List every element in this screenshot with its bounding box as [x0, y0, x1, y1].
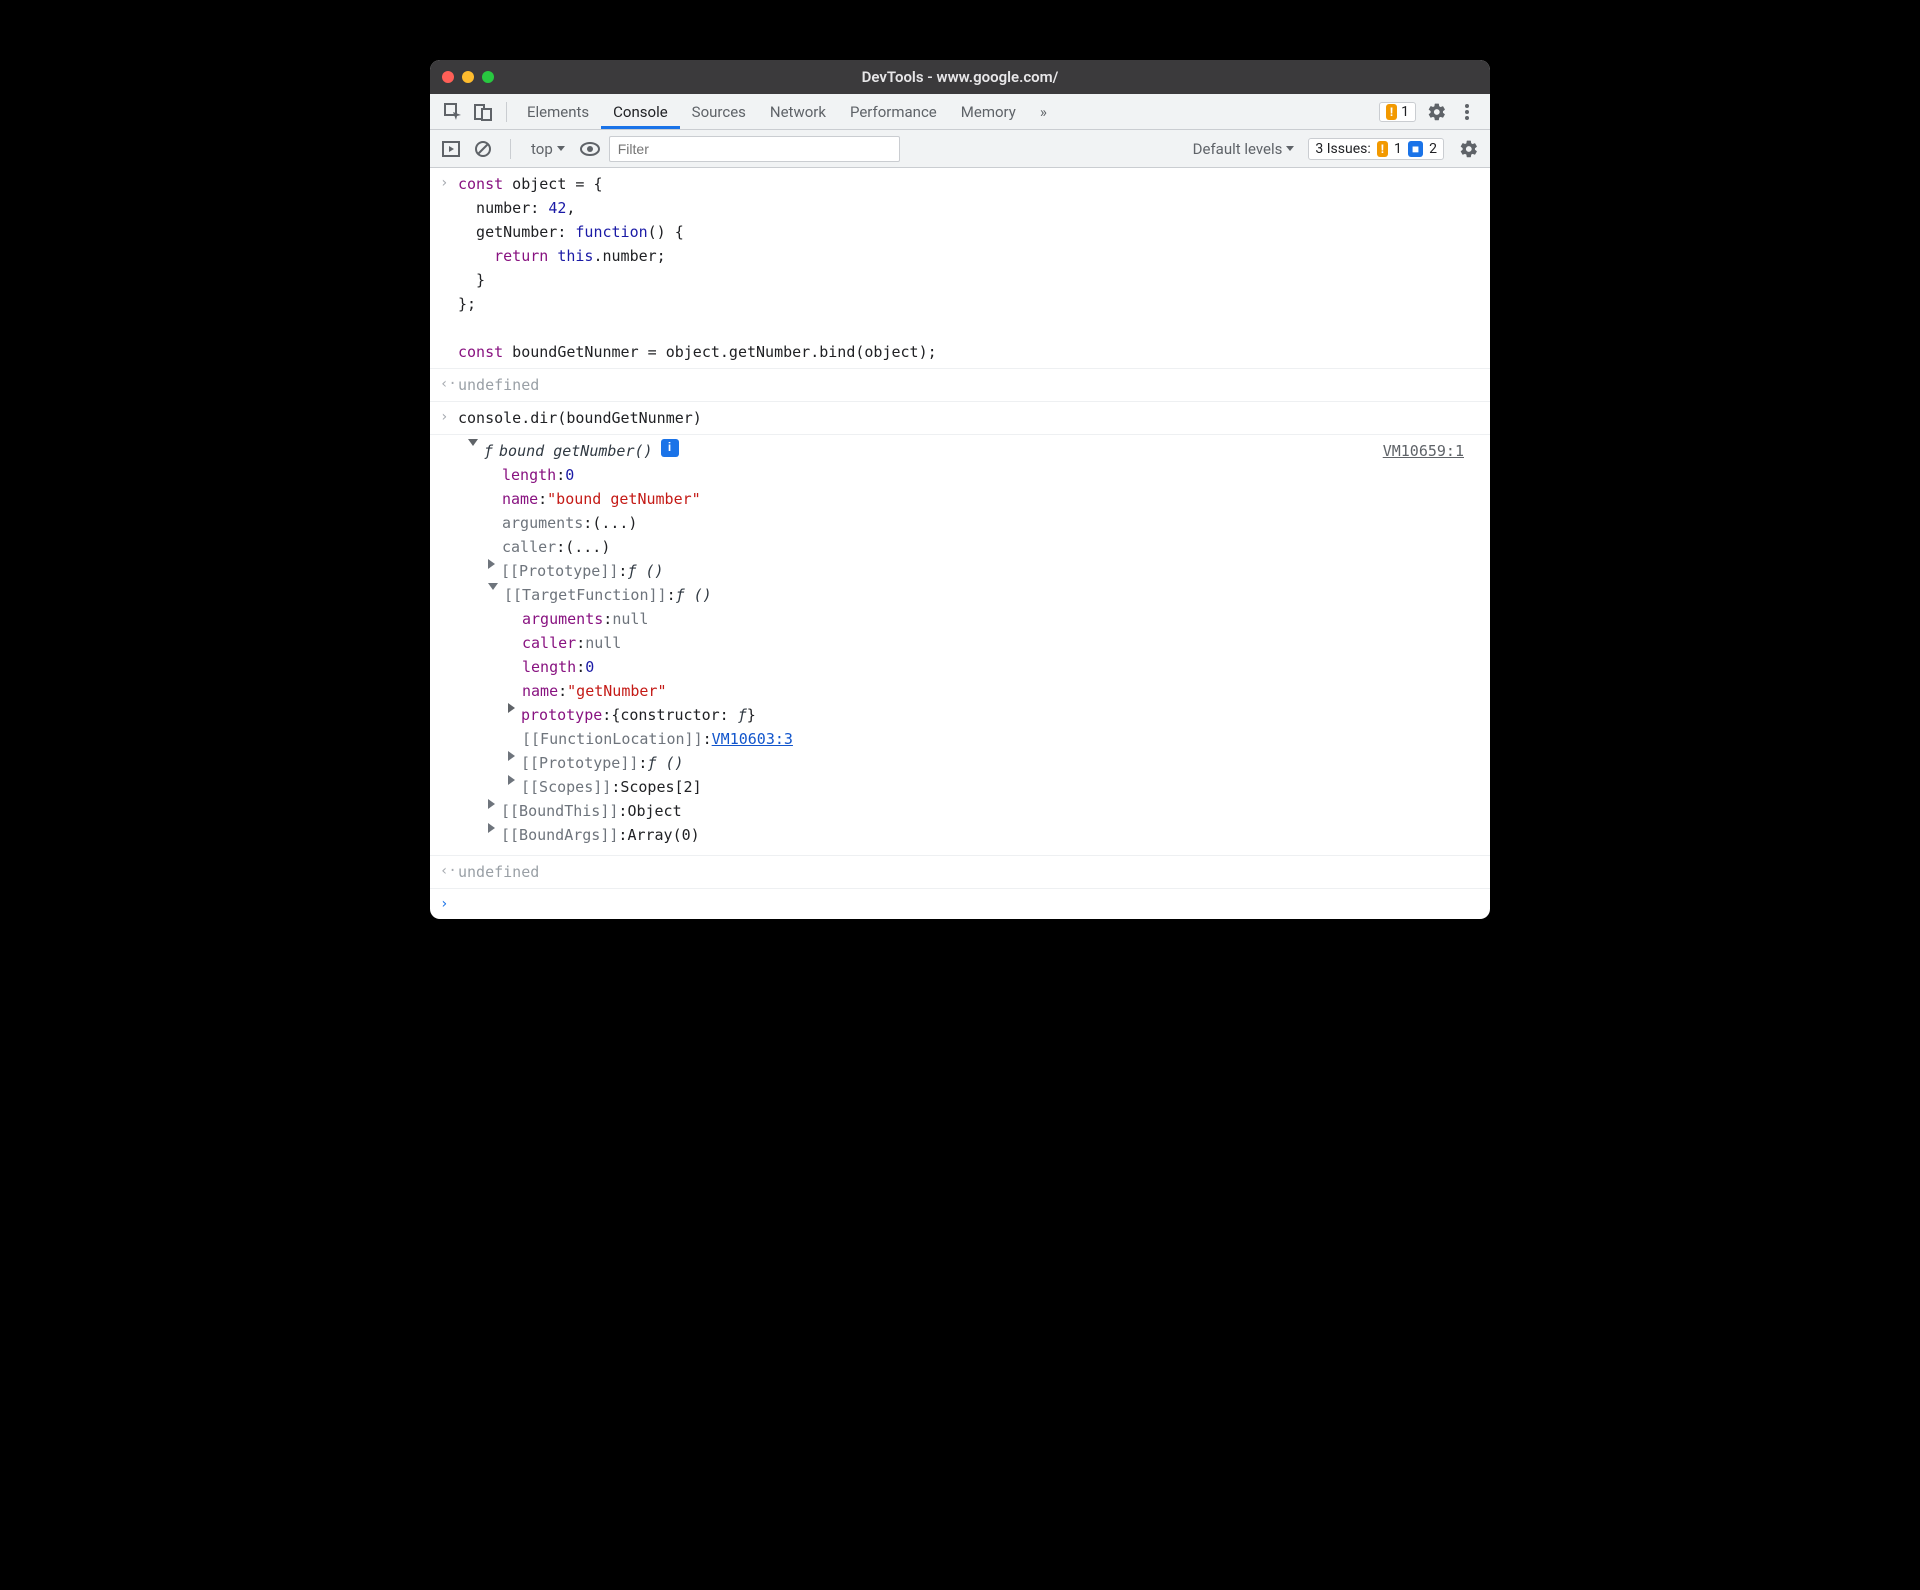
- dir-prop-expandable[interactable]: [[Scopes]]: Scopes[2]: [440, 775, 1480, 799]
- log-levels-selector[interactable]: Default levels: [1185, 140, 1303, 158]
- warning-icon: !: [1386, 104, 1397, 120]
- disclosure-triangle-icon[interactable]: [508, 751, 515, 761]
- live-expression-icon[interactable]: [577, 136, 603, 162]
- info-icon[interactable]: i: [661, 439, 679, 457]
- tabbar: Elements Console Sources Network Perform…: [430, 94, 1490, 130]
- dir-prop[interactable]: arguments: null: [440, 607, 1480, 631]
- console-result-row: ‹· undefined: [430, 856, 1490, 889]
- device-toolbar-icon[interactable]: [472, 101, 494, 123]
- warnings-indicator[interactable]: ! 1: [1379, 102, 1416, 122]
- issues-label: 3 Issues:: [1315, 141, 1370, 157]
- dir-prop[interactable]: arguments: (...): [440, 511, 1480, 535]
- issues-info-count: 2: [1429, 141, 1437, 157]
- clear-console-icon[interactable]: [470, 136, 496, 162]
- context-label: top: [531, 140, 553, 158]
- disclosure-triangle-icon[interactable]: [508, 703, 515, 713]
- issues-indicator[interactable]: 3 Issues: ! 1 ■ 2: [1308, 138, 1444, 160]
- console-input-code: console.dir(boundGetNunmer): [458, 406, 1480, 430]
- dir-prop[interactable]: length: 0: [440, 463, 1480, 487]
- chevron-down-icon: [557, 146, 565, 151]
- dir-prop-expandable[interactable]: [[Prototype]]: ƒ (): [440, 559, 1480, 583]
- prompt-input[interactable]: [458, 893, 1480, 915]
- console-body: › const object = { number: 42, getNumber…: [430, 168, 1490, 919]
- prompt-caret-icon: ›: [440, 893, 458, 915]
- input-caret-icon: ›: [440, 406, 458, 430]
- kebab-menu-icon[interactable]: [1456, 101, 1478, 123]
- tab-memory[interactable]: Memory: [949, 94, 1028, 129]
- disclosure-triangle-icon[interactable]: [488, 823, 495, 833]
- dir-prop-expandable[interactable]: [[BoundArgs]]: Array(0): [440, 823, 1480, 847]
- console-input-row: › console.dir(boundGetNunmer): [430, 402, 1490, 435]
- dir-target-function[interactable]: [[TargetFunction]]: ƒ (): [440, 583, 1480, 607]
- tab-sources[interactable]: Sources: [680, 94, 758, 129]
- console-settings-icon[interactable]: [1456, 136, 1482, 162]
- source-link[interactable]: VM10659:1: [1383, 439, 1470, 463]
- tab-elements[interactable]: Elements: [515, 94, 601, 129]
- issues-warn-count: 1: [1394, 141, 1402, 157]
- filter-input[interactable]: [609, 136, 900, 162]
- titlebar: DevTools - www.google.com/: [430, 60, 1490, 94]
- tab-console[interactable]: Console: [601, 94, 680, 129]
- dir-prop-expandable[interactable]: prototype: {constructor: ƒ}: [440, 703, 1480, 727]
- warnings-count: 1: [1401, 104, 1409, 120]
- disclosure-triangle-icon[interactable]: [508, 775, 515, 785]
- console-dir-output: ƒ bound getNumber() i VM10659:1 length: …: [430, 435, 1490, 856]
- console-toolbar: top Default levels 3 Issues: ! 1 ■ 2: [430, 130, 1490, 168]
- log-levels-label: Default levels: [1193, 140, 1283, 158]
- disclosure-triangle-icon[interactable]: [488, 799, 495, 809]
- tab-performance[interactable]: Performance: [838, 94, 949, 129]
- separator: [510, 139, 511, 159]
- close-window-button[interactable]: [442, 71, 454, 83]
- context-selector[interactable]: top: [525, 140, 571, 158]
- console-prompt[interactable]: ›: [430, 889, 1490, 919]
- dir-prop[interactable]: caller: (...): [440, 535, 1480, 559]
- info-icon: ■: [1408, 141, 1423, 157]
- dir-prop[interactable]: length: 0: [440, 655, 1480, 679]
- settings-icon[interactable]: [1426, 101, 1448, 123]
- output-caret-icon: ‹·: [440, 373, 458, 397]
- dir-prop-expandable[interactable]: [[Prototype]]: ƒ (): [440, 751, 1480, 775]
- console-input-row: › const object = { number: 42, getNumber…: [430, 168, 1490, 369]
- devtools-window: DevTools - www.google.com/ Elements Cons…: [430, 60, 1490, 919]
- console-input-code: const object = { number: 42, getNumber: …: [458, 172, 1480, 364]
- dir-prop[interactable]: name: "bound getNumber": [440, 487, 1480, 511]
- minimize-window-button[interactable]: [462, 71, 474, 83]
- dir-prop-expandable[interactable]: [[BoundThis]]: Object: [440, 799, 1480, 823]
- dir-prop[interactable]: caller: null: [440, 631, 1480, 655]
- dir-prop[interactable]: name: "getNumber": [440, 679, 1480, 703]
- dir-prop[interactable]: [[FunctionLocation]]: VM10603:3: [440, 727, 1480, 751]
- more-tabs-button[interactable]: »: [1028, 94, 1059, 129]
- warning-icon: !: [1377, 141, 1388, 157]
- disclosure-triangle-icon[interactable]: [468, 439, 478, 446]
- console-result-row: ‹· undefined: [430, 369, 1490, 402]
- tab-network[interactable]: Network: [758, 94, 838, 129]
- separator: [506, 102, 507, 122]
- function-symbol: ƒ: [484, 439, 493, 463]
- toggle-sidebar-icon[interactable]: [438, 136, 464, 162]
- inspect-element-icon[interactable]: [442, 101, 464, 123]
- source-link[interactable]: VM10603:3: [712, 727, 793, 751]
- output-caret-icon: ‹·: [440, 860, 458, 884]
- function-name: bound getNumber(): [499, 439, 653, 463]
- zoom-window-button[interactable]: [482, 71, 494, 83]
- input-caret-icon: ›: [440, 172, 458, 364]
- console-result: undefined: [458, 373, 1480, 397]
- disclosure-triangle-icon[interactable]: [488, 583, 498, 590]
- window-title: DevTools - www.google.com/: [430, 68, 1490, 86]
- dir-header[interactable]: ƒ bound getNumber() i VM10659:1: [440, 439, 1480, 463]
- chevron-down-icon: [1286, 146, 1294, 151]
- disclosure-triangle-icon[interactable]: [488, 559, 495, 569]
- console-result: undefined: [458, 860, 1480, 884]
- window-controls: [442, 71, 494, 83]
